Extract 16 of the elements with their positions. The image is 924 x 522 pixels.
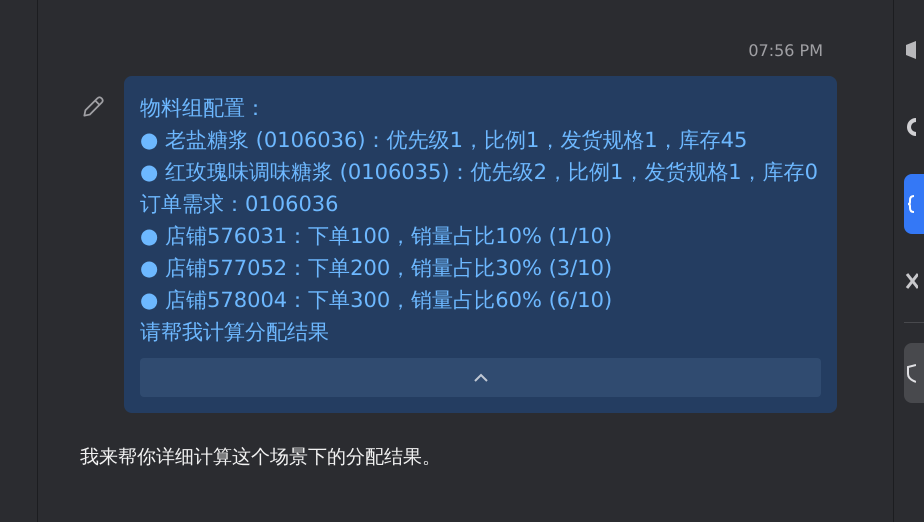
message-line: ● 店铺578004：下单300，销量占比60% (6/10) bbox=[140, 287, 614, 314]
chevron-icon bbox=[472, 372, 490, 384]
sidebar-button[interactable] bbox=[904, 174, 924, 234]
message-line: 物料组配置： bbox=[140, 95, 267, 122]
message-line: ● 店铺577052：下单200，销量占比30% (3/10) bbox=[140, 255, 614, 282]
timestamp: 07:56 PM bbox=[748, 41, 823, 62]
shield-icon bbox=[904, 362, 916, 384]
message-line: 订单需求：0106036 bbox=[140, 191, 340, 218]
message-line: ● 老盐糖浆 (0106036)：优先级1，比例1，发货规格1，库存45 bbox=[140, 127, 748, 154]
reply-text: 我来帮你详细计算这个场景下的分配结果。 bbox=[80, 445, 442, 470]
message-line: 请帮我计算分配结果 bbox=[140, 319, 330, 346]
message-line: ● 红玫瑰味调味糖浆 (0106035)：优先级2，比例1，发货规格1，库存0 bbox=[140, 159, 820, 186]
sidebar-button[interactable] bbox=[904, 343, 924, 403]
cube-icon bbox=[904, 39, 916, 61]
message-line: ● 店铺576031：下单100，销量占比10% (1/10) bbox=[140, 223, 614, 250]
cross-icon bbox=[904, 270, 918, 292]
